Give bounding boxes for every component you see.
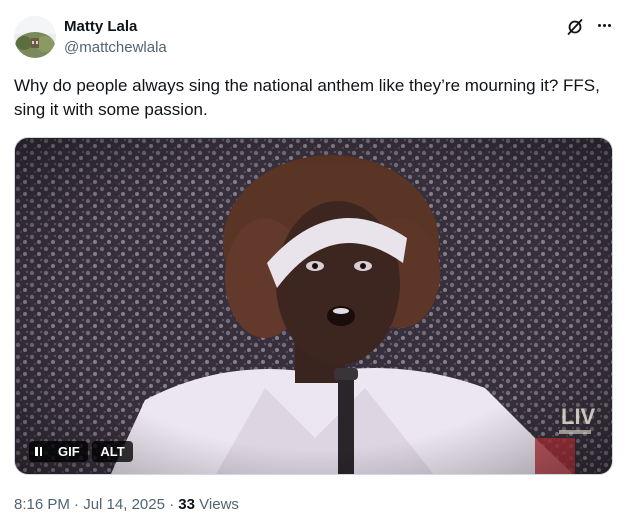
pause-icon — [35, 447, 38, 456]
gif-frame-image: LIV — [15, 138, 612, 474]
views-label: Views — [199, 496, 239, 513]
views-count: 33 — [178, 496, 195, 513]
media-gif[interactable]: LIV — [14, 137, 613, 475]
meta-separator: · — [169, 496, 175, 513]
tweet-text: Why do people always sing the national a… — [14, 76, 600, 119]
author-name[interactable]: Matty Lala — [64, 17, 137, 36]
grok-icon[interactable] — [566, 18, 584, 36]
avatar[interactable] — [14, 16, 56, 58]
tweet-meta: 8:16 PM · Jul 14, 2025 · 33 Views — [14, 495, 239, 514]
tweet-date[interactable]: Jul 14, 2025 — [83, 496, 165, 513]
watermark-logo: LIV — [561, 404, 596, 429]
pause-button[interactable] — [29, 441, 48, 462]
author-handle[interactable]: @mattchewlala — [64, 38, 167, 57]
avatar-image — [14, 16, 56, 58]
more-icon[interactable] — [594, 15, 614, 35]
alt-button[interactable]: ALT — [92, 441, 133, 462]
tweet-time[interactable]: 8:16 PM — [14, 496, 70, 513]
meta-separator: · — [74, 496, 80, 513]
gif-badge: GIF — [48, 441, 88, 462]
